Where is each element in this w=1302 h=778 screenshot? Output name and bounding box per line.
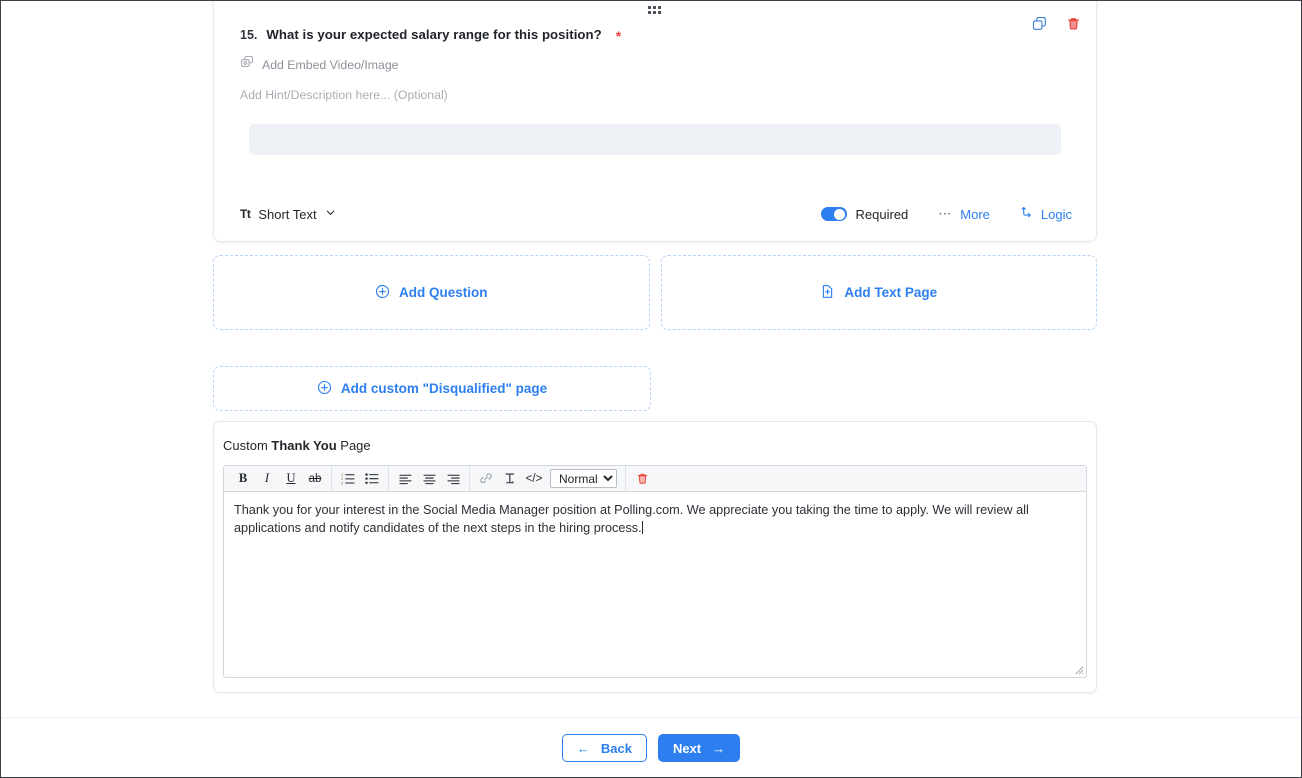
bullet-list-icon[interactable] xyxy=(360,468,384,489)
required-asterisk: * xyxy=(615,28,622,44)
toolbar-group-lists: 1 2 3 xyxy=(332,466,389,491)
question-footer-actions: Required ⋯ More Logic xyxy=(820,206,1072,222)
question-title-row: 15. What is your expected salary range f… xyxy=(240,26,1070,44)
svg-text:x: x xyxy=(511,480,514,485)
add-question-button[interactable]: Add Question xyxy=(213,255,650,330)
text-type-icon: Tt xyxy=(240,207,251,221)
required-toggle-label: Required xyxy=(855,206,909,222)
plus-circle-icon xyxy=(317,380,332,398)
question-title[interactable]: What is your expected salary range for t… xyxy=(266,27,601,42)
heading-prefix: Custom xyxy=(223,438,272,453)
thank-you-text-area[interactable]: Thank you for your interest in the Socia… xyxy=(224,492,1086,677)
clear-format-icon[interactable]: x xyxy=(498,468,522,489)
back-label: Back xyxy=(600,740,632,756)
svg-text:3: 3 xyxy=(341,480,343,485)
add-question-label: Add Question xyxy=(399,285,488,300)
logic-branch-icon xyxy=(1020,206,1033,222)
required-toggle[interactable]: Required xyxy=(820,206,909,222)
align-left-icon[interactable] xyxy=(393,468,417,489)
code-button[interactable]: </> xyxy=(522,468,546,489)
editor-toolbar: B I U ab 1 2 3 x </> Normal xyxy=(224,466,1086,492)
logic-button[interactable]: Logic xyxy=(1020,206,1072,222)
next-button[interactable]: Next → xyxy=(657,734,741,762)
resize-handle[interactable] xyxy=(1073,664,1084,675)
arrow-right-icon: → xyxy=(712,740,726,756)
link-icon[interactable] xyxy=(474,468,498,489)
question-body: 15. What is your expected salary range f… xyxy=(214,1,1096,155)
ordered-list-icon[interactable]: 1 2 3 xyxy=(336,468,360,489)
rich-text-editor: B I U ab 1 2 3 x </> Normal Thank you fo… xyxy=(223,465,1087,678)
add-buttons-row: Add Question Add Text Page xyxy=(213,255,1097,330)
arrow-left-icon: ← xyxy=(576,740,590,756)
question-type-selector[interactable]: Tt Short Text xyxy=(240,205,336,223)
align-right-icon[interactable] xyxy=(441,468,465,489)
plus-circle-icon xyxy=(375,284,390,302)
add-text-page-label: Add Text Page xyxy=(844,285,938,300)
toolbar-group-text-style: B I U ab xyxy=(227,466,332,491)
duplicate-icon[interactable] xyxy=(1030,14,1048,32)
trash-icon[interactable] xyxy=(1064,14,1082,32)
italic-button[interactable]: I xyxy=(255,468,279,489)
app-viewport: 15. What is your expected salary range f… xyxy=(0,0,1302,778)
toggle-switch-on[interactable] xyxy=(820,207,847,221)
add-embed-label: Add Embed Video/Image xyxy=(262,57,399,72)
underline-button[interactable]: U xyxy=(279,468,303,489)
custom-thank-you-panel: Custom Thank You Page B I U ab 1 2 3 x <… xyxy=(213,421,1097,693)
add-embed-button[interactable]: Add Embed Video/Image xyxy=(240,55,399,74)
question-number: 15. xyxy=(240,28,258,42)
drag-handle-icon[interactable] xyxy=(648,6,662,16)
hint-description-input[interactable]: Add Hint/Description here... (Optional) xyxy=(240,88,1070,102)
align-center-icon[interactable] xyxy=(417,468,441,489)
file-plus-icon xyxy=(820,284,835,302)
add-disqualified-page-button[interactable]: Add custom "Disqualified" page xyxy=(213,366,651,411)
more-button[interactable]: ⋯ More xyxy=(938,206,990,222)
strikethrough-button[interactable]: ab xyxy=(303,468,327,489)
embed-media-icon xyxy=(240,55,254,74)
toolbar-group-clear xyxy=(626,466,658,491)
editor-trash-icon[interactable] xyxy=(630,468,654,489)
question-footer: Tt Short Text Required ⋯ More Logic xyxy=(214,185,1096,241)
heading-bold: Thank You xyxy=(271,438,337,453)
thank-you-heading: Custom Thank You Page xyxy=(223,438,1087,453)
question-card-actions xyxy=(1030,14,1082,32)
question-type-label: Short Text xyxy=(258,206,317,222)
logic-label: Logic xyxy=(1040,206,1072,222)
question-card: 15. What is your expected salary range f… xyxy=(213,1,1097,242)
chevron-down-icon xyxy=(325,205,336,223)
add-disqualified-label: Add custom "Disqualified" page xyxy=(340,381,548,396)
bold-button[interactable]: B xyxy=(231,468,255,489)
next-label: Next xyxy=(672,740,702,756)
heading-suffix: Page xyxy=(336,438,371,453)
toolbar-group-insert: x </> Normal xyxy=(470,466,626,491)
ellipsis-icon: ⋯ xyxy=(938,206,953,221)
answer-preview-field[interactable] xyxy=(249,124,1061,155)
wizard-footer-bar: ← Back Next → xyxy=(1,717,1301,777)
format-select[interactable]: Normal xyxy=(550,469,617,488)
add-text-page-button[interactable]: Add Text Page xyxy=(660,255,1097,330)
toolbar-group-align xyxy=(389,466,470,491)
back-button[interactable]: ← Back xyxy=(561,734,647,762)
form-builder-scroll-area[interactable]: 15. What is your expected salary range f… xyxy=(1,1,1301,716)
text-cursor xyxy=(642,521,644,534)
thank-you-text: Thank you for your interest in the Socia… xyxy=(234,503,1029,535)
more-label: More xyxy=(960,206,990,222)
